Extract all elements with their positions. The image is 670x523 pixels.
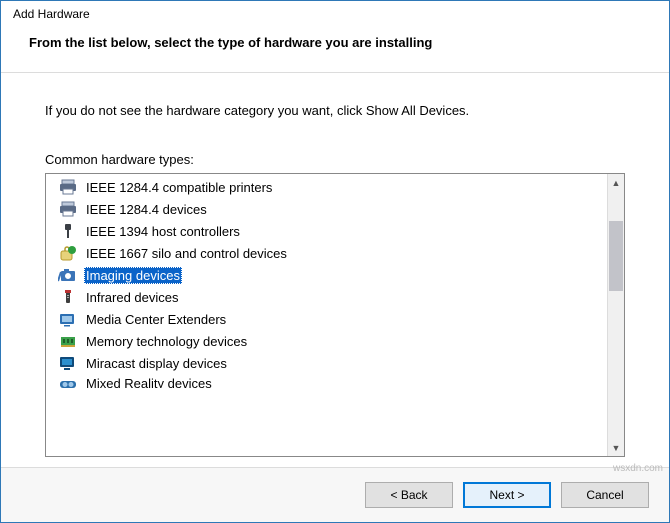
- cancel-button[interactable]: Cancel: [561, 482, 649, 508]
- page-title: From the list below, select the type of …: [29, 35, 641, 50]
- back-button[interactable]: < Back: [365, 482, 453, 508]
- list-item[interactable]: IEEE 1284.4 devices: [46, 198, 607, 220]
- scroll-down-button[interactable]: ▼: [608, 439, 624, 456]
- list-item[interactable]: Memory technology devices: [46, 330, 607, 352]
- list-item-label: IEEE 1284.4 compatible printers: [84, 179, 274, 196]
- extender-icon: [58, 310, 78, 328]
- list-item-label: Memory technology devices: [84, 333, 249, 350]
- hardware-type-list: IEEE 1284.4 compatible printers IEEE 1284…: [46, 174, 607, 456]
- list-item[interactable]: Miracast display devices: [46, 352, 607, 374]
- list-item[interactable]: Mixed Reality devices: [46, 374, 607, 388]
- wizard-footer: < Back Next > Cancel: [1, 467, 669, 522]
- window-title: Add Hardware: [1, 1, 669, 25]
- hardware-type-listbox[interactable]: IEEE 1284.4 compatible printers IEEE 1284…: [45, 173, 625, 457]
- list-item[interactable]: IEEE 1667 silo and control devices: [46, 242, 607, 264]
- display-icon: [58, 354, 78, 372]
- printer-icon: [58, 178, 78, 196]
- list-item-label: Media Center Extenders: [84, 311, 228, 328]
- printer-icon: [58, 200, 78, 218]
- scroll-thumb[interactable]: [609, 221, 623, 291]
- scroll-track[interactable]: [608, 191, 624, 439]
- add-hardware-window: Add Hardware From the list below, select…: [0, 0, 670, 523]
- infrared-icon: [58, 288, 78, 306]
- list-item[interactable]: IEEE 1394 host controllers: [46, 220, 607, 242]
- list-item-label: IEEE 1394 host controllers: [84, 223, 242, 240]
- list-item-label: Mixed Reality devices: [84, 375, 214, 388]
- list-item-label: IEEE 1284.4 devices: [84, 201, 209, 218]
- list-item-label: Imaging devices: [84, 267, 182, 284]
- memory-icon: [58, 332, 78, 350]
- list-item-label: Infrared devices: [84, 289, 181, 306]
- list-item[interactable]: Imaging devices: [46, 264, 607, 286]
- hint-text: If you do not see the hardware category …: [45, 103, 625, 118]
- mixed-icon: [58, 375, 78, 388]
- wizard-body: If you do not see the hardware category …: [1, 73, 669, 467]
- wizard-header: From the list below, select the type of …: [1, 25, 669, 72]
- firewire-icon: [58, 222, 78, 240]
- list-label: Common hardware types:: [45, 152, 625, 167]
- next-button[interactable]: Next >: [463, 482, 551, 508]
- scrollbar-vertical[interactable]: ▲ ▼: [607, 174, 624, 456]
- list-item-label: IEEE 1667 silo and control devices: [84, 245, 289, 262]
- scroll-up-button[interactable]: ▲: [608, 174, 624, 191]
- list-item-label: Miracast display devices: [84, 355, 229, 372]
- list-item[interactable]: Infrared devices: [46, 286, 607, 308]
- silo-icon: [58, 244, 78, 262]
- list-item[interactable]: IEEE 1284.4 compatible printers: [46, 176, 607, 198]
- list-item[interactable]: Media Center Extenders: [46, 308, 607, 330]
- camera-icon: [58, 266, 78, 284]
